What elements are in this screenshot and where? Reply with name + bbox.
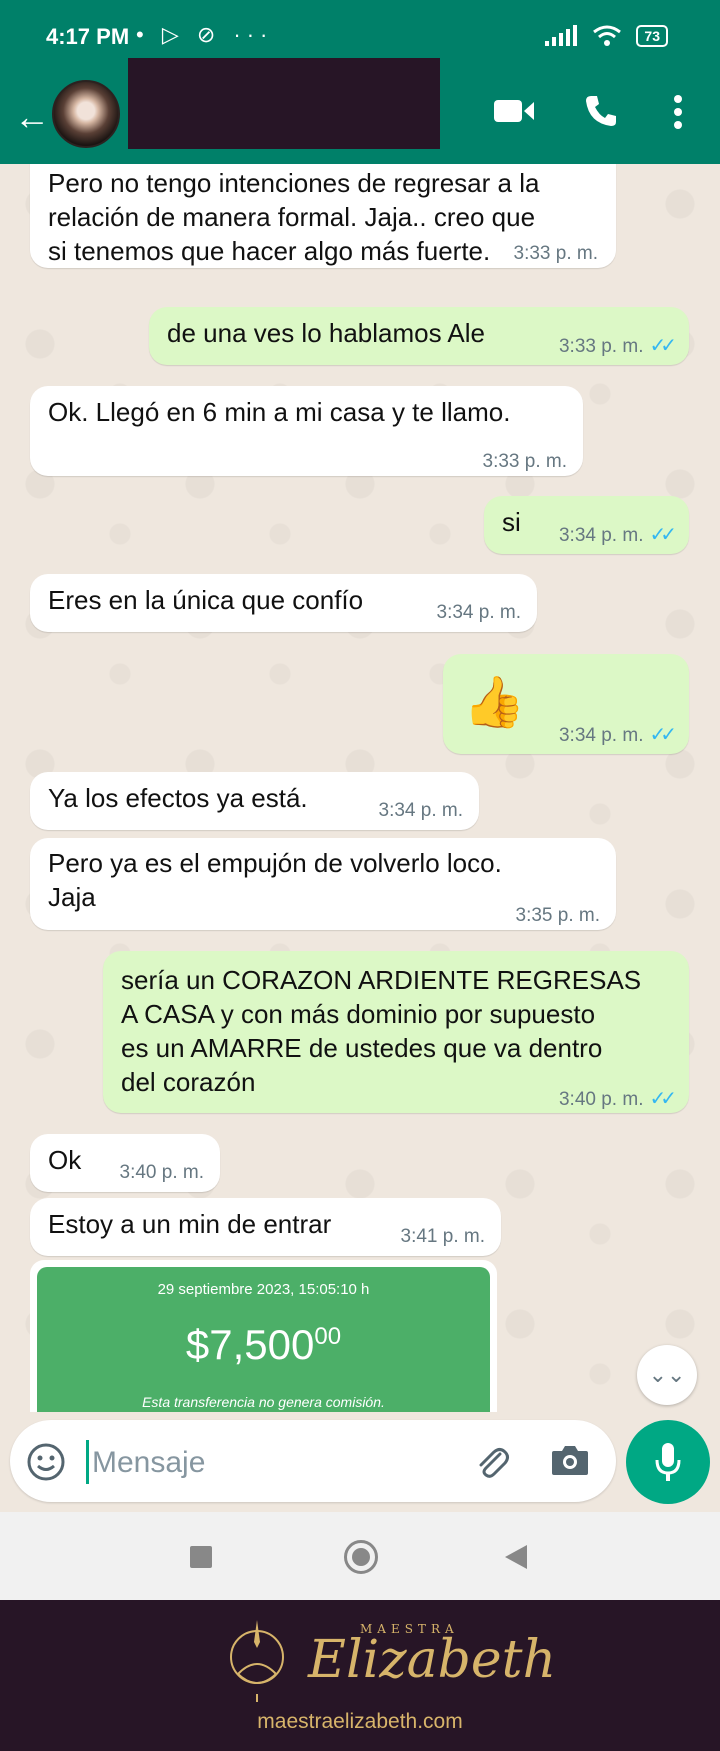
chat-area[interactable]: Pero no tengo intenciones de regresar a … (0, 164, 720, 1412)
message-text: Ya los efectos ya está. (48, 783, 308, 813)
voice-message-button[interactable] (626, 1420, 710, 1504)
message-time: 3:34 p. m. ✓✓ (558, 524, 677, 546)
home-button[interactable] (344, 1540, 378, 1574)
message-text: Pero ya es el empujón de volverlo loco. … (48, 848, 502, 912)
message-time: 3:35 p. m. (515, 905, 601, 926)
message-time: 3:34 p. m. (436, 602, 522, 623)
message-time: 3:33 p. m. (513, 243, 599, 264)
redacted-contact-name (128, 58, 440, 149)
message-incoming: Ok 3:40 p. m. (30, 1134, 220, 1192)
contact-avatar[interactable] (52, 80, 120, 148)
status-time: 4:17 PM (46, 24, 130, 49)
read-receipt-icon: ✓✓ (649, 1088, 676, 1110)
battery-indicator: 73 (636, 25, 668, 47)
receipt-note: Esta transferencia no genera comisión. (142, 1394, 385, 1410)
system-nav-bar (0, 1512, 720, 1600)
message-incoming: Pero no tengo intenciones de regresar a … (30, 164, 616, 268)
message-outgoing: si 3:34 p. m. ✓✓ (484, 496, 689, 554)
scroll-to-bottom-button[interactable]: ⌄⌄ (637, 1345, 697, 1405)
message-time: 3:40 p. m. ✓✓ (558, 1088, 677, 1110)
message-text: si (502, 507, 521, 537)
read-receipt-icon: ✓✓ (649, 335, 676, 357)
message-incoming: Ok. Llegó en 6 min a mi casa y te llamo.… (30, 386, 583, 476)
message-input[interactable] (90, 1442, 394, 1484)
message-time: 3:41 p. m. (400, 1226, 486, 1247)
wifi-icon (593, 25, 622, 46)
message-incoming: Pero ya es el empujón de volverlo loco. … (30, 838, 616, 930)
video-call-icon[interactable] (494, 98, 534, 124)
brand-url[interactable]: maestraelizabeth.com (0, 1710, 720, 1734)
message-time: 3:40 p. m. (119, 1162, 205, 1183)
camera-icon[interactable] (550, 1442, 590, 1478)
message-text: Estoy a un min de entrar (48, 1209, 332, 1239)
message-composer (10, 1420, 616, 1502)
message-text: Ok (48, 1145, 82, 1175)
back-button[interactable] (505, 1545, 527, 1569)
receipt-date: 29 septiembre 2023, 15:05:10 h (157, 1281, 370, 1298)
attach-icon[interactable] (472, 1442, 512, 1482)
message-time: 3:34 p. m. ✓✓ (558, 724, 677, 746)
message-outgoing: 👍 3:34 p. m. ✓✓ (443, 654, 689, 754)
message-incoming: Ya los efectos ya está. 3:34 p. m. (30, 772, 479, 830)
message-outgoing: sería un CORAZON ARDIENTE REGRESAS A CAS… (103, 951, 689, 1113)
read-receipt-icon: ✓✓ (649, 524, 676, 546)
emoji-icon[interactable] (26, 1442, 66, 1482)
message-incoming: Estoy a un min de entrar 3:41 p. m. (30, 1198, 501, 1256)
notification-icons: • ▷ ⊘ ··· (136, 22, 274, 47)
message-time: 3:33 p. m. (482, 451, 568, 472)
message-text: sería un CORAZON ARDIENTE REGRESAS A CAS… (121, 965, 642, 1097)
microphone-icon (655, 1443, 681, 1481)
back-arrow-icon[interactable]: ← (14, 96, 50, 138)
brand-name: Elizabeth (308, 1630, 557, 1690)
message-time: 3:33 p. m. ✓✓ (558, 335, 677, 357)
brand-banner: MAESTRA Elizabeth maestraelizabeth.com (0, 1600, 720, 1751)
message-outgoing: de una ves lo hablamos Ale 3:33 p. m. ✓✓ (149, 307, 689, 365)
signal-icon (545, 25, 578, 46)
phone-icon[interactable] (584, 94, 618, 128)
message-text: Pero no tengo intenciones de regresar a … (48, 168, 540, 266)
double-chevron-down-icon: ⌄⌄ (648, 1362, 686, 1387)
recents-button[interactable] (190, 1546, 212, 1568)
read-receipt-icon: ✓✓ (649, 724, 676, 746)
golden-emblem-logo (230, 1620, 284, 1702)
transfer-receipt-image[interactable]: 29 septiembre 2023, 15:05:10 h $7,50000 … (37, 1267, 490, 1412)
message-text: de una ves lo hablamos Ale (167, 318, 485, 348)
text-cursor (86, 1440, 89, 1484)
thumbs-up-emoji: 👍 (463, 674, 526, 730)
message-text: Eres en la única que confío (48, 585, 364, 615)
home-button-dot (352, 1548, 370, 1566)
receipt-amount: $7,50000 (185, 1321, 342, 1368)
message-text: Ok. Llegó en 6 min a mi casa y te llamo. (48, 397, 511, 427)
more-vert-icon[interactable] (672, 94, 684, 130)
message-time: 3:34 p. m. (378, 800, 464, 821)
message-incoming: Eres en la única que confío 3:34 p. m. (30, 574, 537, 632)
